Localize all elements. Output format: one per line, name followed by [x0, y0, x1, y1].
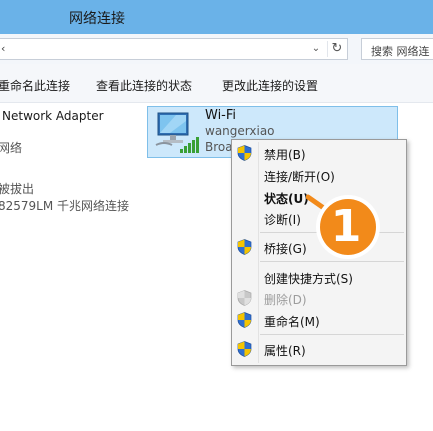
- address-bar[interactable]: ‹ ⌄ ↻: [0, 38, 348, 60]
- view-status-button[interactable]: 查看此连接的状态: [96, 77, 192, 94]
- menu-item-disable[interactable]: 禁用(B): [232, 143, 406, 163]
- menu-item-label: 诊断(I): [264, 213, 301, 227]
- uac-shield-icon: [237, 341, 252, 357]
- change-settings-button[interactable]: 更改此连接的设置: [222, 77, 318, 94]
- search-placeholder: 搜索 网络连: [371, 45, 430, 58]
- menu-item-label: 重命名(M): [264, 315, 320, 329]
- refresh-icon[interactable]: ↻: [327, 41, 346, 57]
- menu-item-delete: 删除(D): [232, 288, 406, 308]
- menu-item-label: 创建快捷方式(S): [264, 272, 353, 286]
- breadcrumb-chevron-icon[interactable]: ‹: [1, 42, 5, 55]
- search-input[interactable]: 搜索 网络连: [361, 38, 433, 60]
- adapter-device: 82579LM 千兆网络连接: [0, 199, 130, 213]
- uac-shield-icon: [237, 290, 252, 306]
- menu-item-label: 禁用(B): [264, 148, 306, 162]
- menu-item-properties[interactable]: 属性(R): [232, 339, 406, 359]
- menu-item-label: 属性(R): [264, 344, 306, 358]
- title-bar: 网络连接: [0, 0, 433, 34]
- rename-connection-button[interactable]: 重命名此连接: [0, 77, 70, 94]
- menu-item-label: 状态(U): [264, 192, 309, 206]
- wifi-device: Broa: [205, 140, 233, 154]
- menu-separator: [260, 334, 404, 335]
- command-bar: 重命名此连接 查看此连接的状态 更改此连接的设置: [0, 64, 433, 103]
- adapter-name: Network Adapter: [2, 109, 104, 123]
- wifi-ssid: wangerxiao: [205, 124, 275, 138]
- uac-shield-icon: [237, 239, 252, 255]
- wifi-adapter-icon: [155, 112, 199, 153]
- address-dropdown-icon[interactable]: ⌄: [308, 43, 324, 57]
- menu-item-create-shortcut[interactable]: 创建快捷方式(S): [232, 267, 406, 287]
- callout-number: 1: [330, 201, 362, 252]
- window-title: 网络连接: [69, 11, 125, 27]
- address-row: ‹ ⌄ ↻ 搜索 网络连: [0, 34, 433, 64]
- uac-shield-icon: [237, 312, 252, 328]
- menu-item-label: 桥接(G): [264, 242, 307, 256]
- menu-item-connect-disconnect[interactable]: 连接/断开(O): [232, 165, 406, 185]
- adapter-status: 被拔出: [0, 182, 35, 196]
- menu-item-label: 删除(D): [264, 293, 307, 307]
- wifi-name: Wi-Fi: [205, 108, 237, 123]
- menu-item-label: 连接/断开(O): [264, 170, 335, 184]
- uac-shield-icon: [237, 145, 252, 161]
- menu-item-rename[interactable]: 重命名(M): [232, 310, 406, 330]
- adapter-type: 网络: [0, 141, 23, 155]
